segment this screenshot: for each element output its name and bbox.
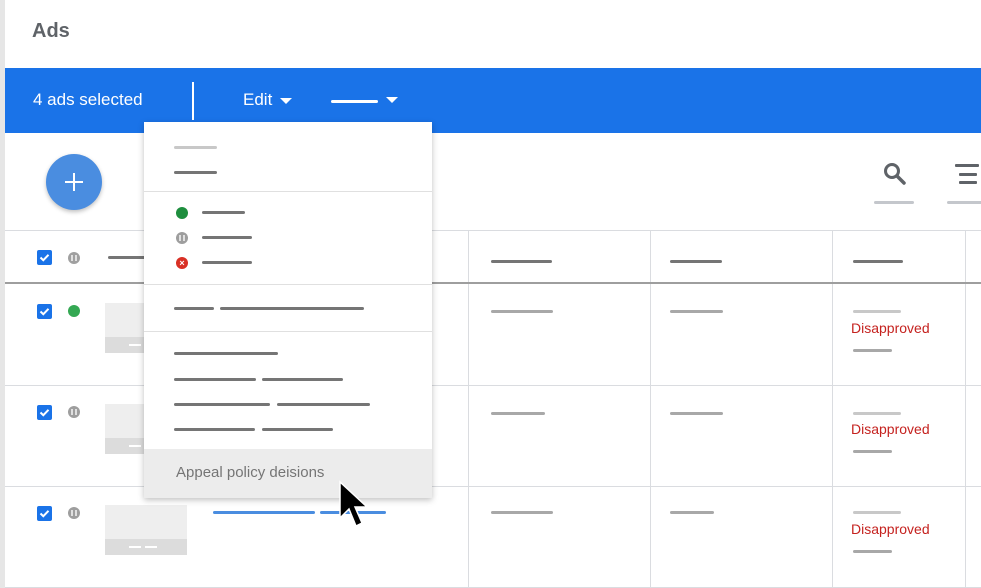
- more-actions-dropdown: × Appeal policy deisions: [144, 122, 432, 498]
- placeholder-label: [174, 378, 256, 381]
- row-checkbox[interactable]: [37, 405, 52, 420]
- paused-status-icon: [68, 507, 80, 519]
- placeholder-label: [174, 307, 214, 310]
- column-header[interactable]: [491, 260, 552, 263]
- placeholder-label: [277, 403, 370, 406]
- dropdown-item[interactable]: [144, 368, 432, 392]
- select-all-checkbox[interactable]: [37, 250, 52, 265]
- cell-placeholder: [491, 310, 553, 313]
- cell-placeholder: [853, 310, 901, 313]
- dropdown-item[interactable]: [144, 418, 432, 442]
- caret-down-icon: [280, 97, 293, 104]
- divider: [192, 82, 194, 120]
- cell-placeholder: [670, 511, 714, 514]
- placeholder-label: [262, 378, 343, 381]
- mouse-cursor-icon: [339, 480, 369, 528]
- dropdown-item[interactable]: [144, 136, 432, 160]
- dropdown-item-pause[interactable]: [144, 226, 432, 250]
- removed-status-icon: ×: [176, 257, 188, 269]
- dropdown-item-remove[interactable]: ×: [144, 251, 432, 275]
- row-checkbox[interactable]: [37, 506, 52, 521]
- cell-placeholder: [853, 412, 901, 415]
- placeholder-label: [220, 307, 364, 310]
- placeholder-label: [174, 146, 217, 149]
- selected-count: 4 ads selected: [33, 90, 143, 109]
- ad-thumbnail: [105, 505, 187, 555]
- check-icon: [39, 409, 50, 417]
- dropdown-item[interactable]: [144, 342, 432, 366]
- check-icon: [39, 254, 50, 262]
- appeal-policy-decisions-item[interactable]: Appeal policy deisions: [144, 449, 432, 498]
- placeholder-label: [174, 403, 270, 406]
- page-title: Ads: [32, 20, 70, 42]
- enabled-status-icon: [176, 207, 188, 219]
- dropdown-item-enable[interactable]: [144, 201, 432, 225]
- check-icon: [39, 510, 50, 518]
- policy-status: Disapproved: [851, 421, 930, 437]
- column-header-ad[interactable]: [108, 256, 148, 259]
- dropdown-item[interactable]: [144, 297, 432, 321]
- placeholder-label: [202, 211, 245, 214]
- policy-status: Disapproved: [851, 521, 930, 537]
- divider: [144, 284, 432, 285]
- placeholder-label: [174, 352, 278, 355]
- enabled-status-icon: [68, 305, 80, 317]
- placeholder-label: [331, 100, 378, 103]
- paused-status-icon: [176, 232, 188, 244]
- cell-placeholder: [670, 412, 723, 415]
- placeholder-label: [262, 428, 333, 431]
- column-header[interactable]: [670, 260, 722, 263]
- dropdown-item[interactable]: [144, 393, 432, 417]
- search-label-placeholder: [874, 201, 914, 204]
- edit-label: Edit: [243, 90, 273, 109]
- row-checkbox[interactable]: [37, 304, 52, 319]
- cell-placeholder: [853, 511, 901, 514]
- ad-link-placeholder[interactable]: [213, 511, 315, 514]
- cell-placeholder: [853, 550, 892, 553]
- dropdown-item[interactable]: [144, 161, 432, 185]
- cell-placeholder: [853, 349, 892, 352]
- edit-menu-button[interactable]: Edit: [243, 90, 293, 110]
- cell-placeholder: [853, 450, 892, 453]
- divider: [144, 191, 432, 192]
- paused-status-icon: [68, 406, 80, 418]
- cell-placeholder: [491, 412, 545, 415]
- filter-label-placeholder: [947, 201, 981, 204]
- cell-placeholder: [491, 511, 553, 514]
- filter-button[interactable]: [947, 161, 981, 207]
- search-icon: [884, 163, 906, 185]
- placeholder-label: [174, 428, 255, 431]
- page-header: Ads: [5, 0, 981, 68]
- table-row[interactable]: Disapproved: [5, 487, 981, 588]
- search-button[interactable]: [874, 161, 914, 207]
- add-ad-button[interactable]: [46, 154, 102, 210]
- appeal-label: Appeal policy deisions: [176, 464, 325, 481]
- check-icon: [39, 308, 50, 316]
- divider: [144, 331, 432, 332]
- placeholder-label: [174, 171, 217, 174]
- caret-down-icon: [386, 97, 398, 103]
- placeholder-label: [202, 261, 252, 264]
- more-actions-button[interactable]: [331, 90, 403, 112]
- column-header[interactable]: [853, 260, 903, 263]
- status-header-icon: [68, 252, 80, 264]
- cell-placeholder: [670, 310, 723, 313]
- placeholder-label: [202, 236, 252, 239]
- policy-status: Disapproved: [851, 320, 930, 336]
